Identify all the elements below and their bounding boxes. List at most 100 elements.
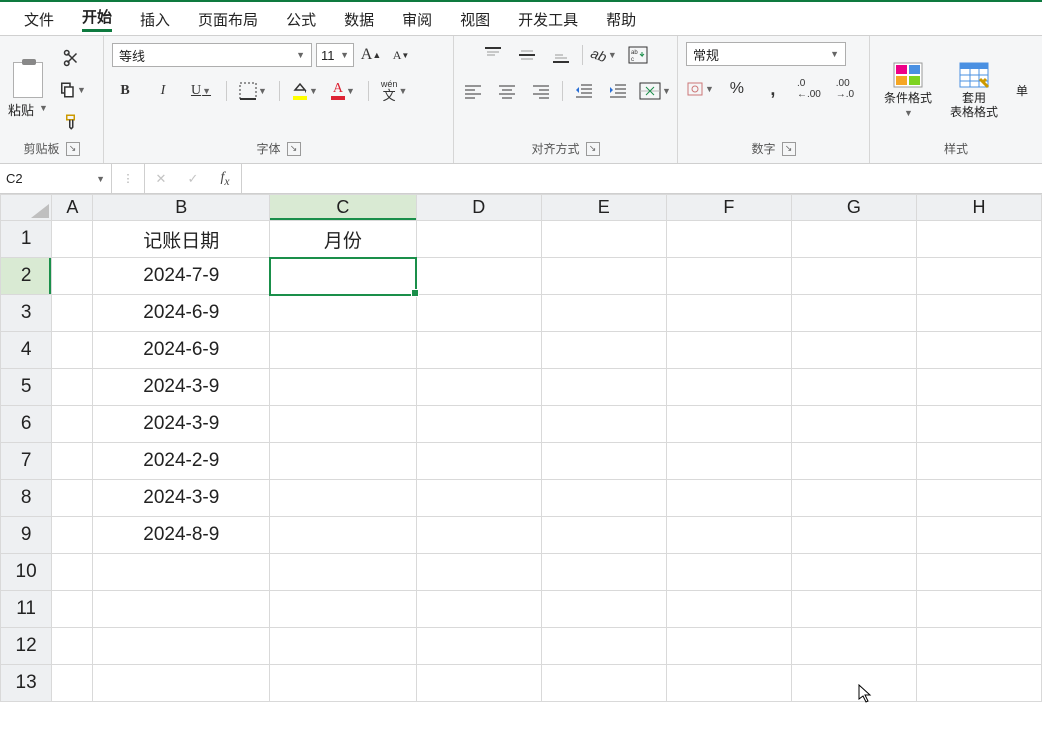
column-header[interactable]: B — [93, 195, 270, 221]
cell[interactable]: 2024-3-9 — [93, 406, 270, 443]
font-launcher[interactable]: ↘ — [287, 142, 301, 156]
cell[interactable] — [93, 591, 270, 628]
cell[interactable] — [916, 221, 1041, 258]
row-header[interactable]: 13 — [1, 665, 52, 702]
cell[interactable] — [52, 517, 93, 554]
cell[interactable] — [52, 628, 93, 665]
cell[interactable] — [916, 258, 1041, 295]
cell[interactable] — [270, 517, 417, 554]
cell[interactable] — [791, 221, 916, 258]
accounting-format-button[interactable]: ▼ — [686, 76, 714, 102]
cell[interactable] — [666, 258, 791, 295]
fbar-more-button[interactable]: ⋮ — [112, 172, 144, 185]
row-header[interactable]: 9 — [1, 517, 52, 554]
column-header[interactable]: F — [666, 195, 791, 221]
align-center-button[interactable] — [494, 78, 520, 104]
row-header[interactable]: 12 — [1, 628, 52, 665]
row-header[interactable]: 6 — [1, 406, 52, 443]
cell[interactable] — [791, 480, 916, 517]
cell[interactable] — [416, 628, 541, 665]
select-all-corner[interactable] — [1, 195, 52, 221]
tab-data[interactable]: 数据 — [330, 5, 388, 33]
wrap-text-button[interactable]: abc — [625, 42, 651, 68]
cell[interactable] — [791, 628, 916, 665]
cell[interactable] — [666, 665, 791, 702]
cell[interactable] — [666, 591, 791, 628]
tab-home[interactable]: 开始 — [68, 2, 126, 35]
cell[interactable] — [270, 554, 417, 591]
cell[interactable] — [666, 517, 791, 554]
copy-button[interactable]: ▼ — [58, 77, 86, 103]
cell[interactable] — [791, 665, 916, 702]
align-bottom-button[interactable] — [548, 42, 574, 68]
cell[interactable] — [916, 369, 1041, 406]
column-header[interactable]: E — [541, 195, 666, 221]
format-painter-button[interactable] — [58, 109, 86, 135]
cell[interactable] — [666, 628, 791, 665]
insert-function-button[interactable]: fx — [209, 170, 241, 188]
cell[interactable] — [541, 480, 666, 517]
align-top-button[interactable] — [480, 42, 506, 68]
comma-button[interactable]: , — [760, 76, 786, 102]
orientation-button[interactable]: ab▼ — [591, 42, 617, 68]
cell[interactable] — [666, 332, 791, 369]
align-middle-button[interactable] — [514, 42, 540, 68]
alignment-launcher[interactable]: ↘ — [586, 142, 600, 156]
cell[interactable] — [270, 258, 417, 295]
font-name-combo[interactable]: 等线▼ — [112, 43, 312, 67]
cell[interactable] — [791, 406, 916, 443]
cell[interactable] — [791, 443, 916, 480]
spreadsheet-grid[interactable]: ABCDEFGH1记账日期月份22024-7-932024-6-942024-6… — [0, 194, 1042, 702]
cell[interactable] — [541, 517, 666, 554]
cell[interactable] — [270, 332, 417, 369]
tab-insert[interactable]: 插入 — [126, 5, 184, 33]
cell[interactable] — [791, 517, 916, 554]
font-color-button[interactable]: A ▼ — [330, 78, 356, 104]
increase-indent-button[interactable] — [605, 78, 631, 104]
cell[interactable] — [916, 665, 1041, 702]
cell[interactable] — [270, 665, 417, 702]
cell[interactable] — [541, 221, 666, 258]
font-size-combo[interactable]: 11▼ — [316, 43, 354, 67]
cell[interactable] — [416, 332, 541, 369]
cell[interactable] — [416, 665, 541, 702]
cell[interactable] — [52, 369, 93, 406]
cell[interactable] — [416, 369, 541, 406]
row-header[interactable]: 11 — [1, 591, 52, 628]
cell[interactable] — [791, 258, 916, 295]
cell[interactable]: 2024-6-9 — [93, 332, 270, 369]
phonetic-button[interactable]: wén文▼ — [381, 78, 407, 104]
column-header[interactable]: G — [791, 195, 916, 221]
cell[interactable] — [541, 258, 666, 295]
cell[interactable] — [416, 591, 541, 628]
column-header[interactable]: C — [270, 195, 417, 221]
cell[interactable] — [270, 443, 417, 480]
clipboard-launcher[interactable]: ↘ — [66, 142, 80, 156]
name-box[interactable]: C2 ▼ — [0, 164, 112, 193]
decrease-font-button[interactable]: A▼ — [388, 42, 414, 68]
cell[interactable]: 2024-3-9 — [93, 369, 270, 406]
cell[interactable] — [416, 517, 541, 554]
cell[interactable] — [416, 480, 541, 517]
cell[interactable] — [541, 295, 666, 332]
tab-view[interactable]: 视图 — [446, 5, 504, 33]
cell[interactable]: 2024-7-9 — [93, 258, 270, 295]
cell[interactable] — [52, 591, 93, 628]
cell[interactable] — [541, 406, 666, 443]
cell[interactable] — [541, 665, 666, 702]
cell[interactable] — [916, 406, 1041, 443]
row-header[interactable]: 7 — [1, 443, 52, 480]
cell[interactable] — [270, 295, 417, 332]
cell[interactable] — [666, 406, 791, 443]
underline-button[interactable]: U▼ — [188, 78, 214, 104]
cell-styles-button[interactable]: 单 — [1010, 80, 1028, 100]
cell[interactable] — [416, 443, 541, 480]
align-left-button[interactable] — [460, 78, 486, 104]
cell[interactable]: 2024-8-9 — [93, 517, 270, 554]
cell[interactable] — [791, 295, 916, 332]
tab-page-layout[interactable]: 页面布局 — [184, 5, 272, 33]
increase-font-button[interactable]: A▲ — [358, 42, 384, 68]
number-launcher[interactable]: ↘ — [782, 142, 796, 156]
cell[interactable] — [791, 369, 916, 406]
cell[interactable] — [666, 295, 791, 332]
